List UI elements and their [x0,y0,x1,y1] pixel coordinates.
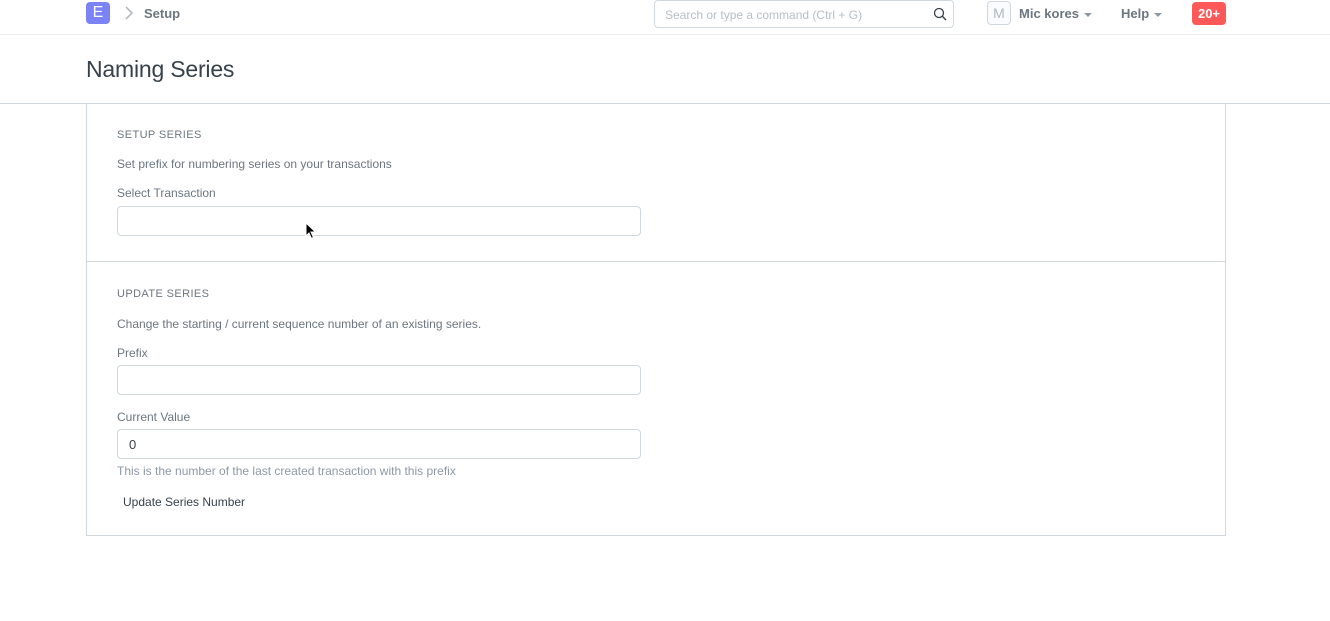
section-description: Set prefix for numbering series on your … [117,157,392,171]
user-name: Mic kores [1019,6,1079,21]
caret-down-icon [1154,12,1163,17]
section-heading: UPDATE SERIES [117,288,210,300]
search-input[interactable] [665,6,925,24]
avatar[interactable]: M [987,1,1011,25]
current-value-label: Current Value [117,410,191,424]
update-series-section: UPDATE SERIES Change the starting / curr… [87,262,1225,535]
search-icon[interactable] [933,7,947,21]
update-series-number-button[interactable]: Update Series Number [117,490,251,514]
form-card: SETUP SERIES Set prefix for numbering se… [86,104,1226,536]
app-logo[interactable]: E [86,2,110,24]
chevron-right-icon [125,6,134,20]
section-heading: SETUP SERIES [117,129,202,141]
page-head: Naming Series [0,35,1330,104]
help-menu[interactable]: Help [1121,6,1163,21]
current-value-help: This is the number of the last created t… [117,464,456,478]
breadcrumb-setup[interactable]: Setup [144,6,180,21]
current-value-field[interactable] [117,429,641,459]
page-title: Naming Series [86,56,235,82]
user-menu[interactable]: Mic kores [1019,6,1092,21]
select-transaction-label: Select Transaction [117,186,216,200]
help-label: Help [1121,6,1150,21]
awesome-bar[interactable] [654,0,954,28]
navbar: E Setup M Mic kores Help 20+ [0,0,1330,35]
prefix-field[interactable] [117,365,641,395]
prefix-label: Prefix [117,346,148,360]
setup-series-section: SETUP SERIES Set prefix for numbering se… [87,104,1225,262]
caret-down-icon [1083,12,1092,17]
section-description: Change the starting / current sequence n… [117,317,482,331]
notifications-badge[interactable]: 20+ [1192,2,1226,25]
select-transaction-field[interactable] [117,206,641,236]
